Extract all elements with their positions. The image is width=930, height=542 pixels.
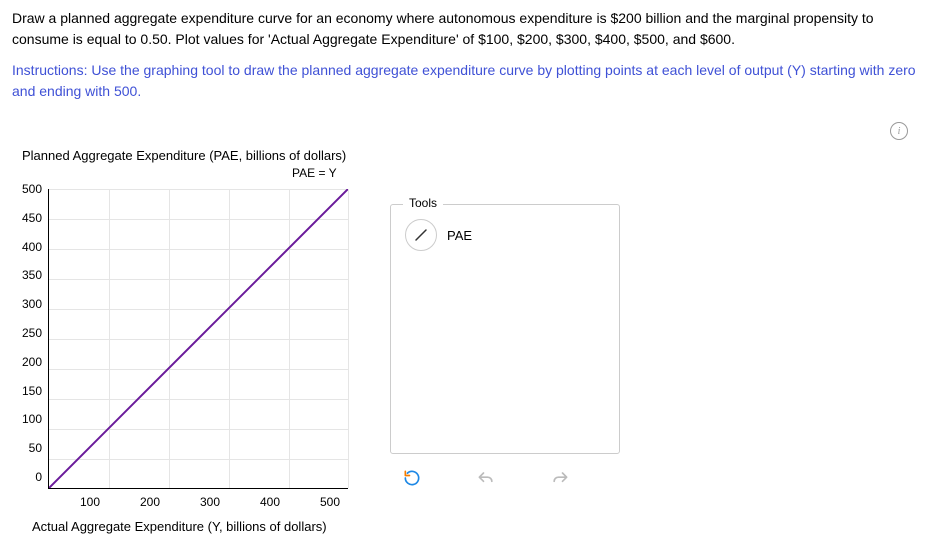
plot-area[interactable] — [48, 189, 348, 489]
redo-icon — [550, 468, 570, 488]
instructions-body: Use the graphing tool to draw the planne… — [12, 62, 916, 99]
y-tick: 100 — [22, 413, 42, 425]
y-tick: 250 — [22, 327, 42, 339]
x-tick: 500 — [300, 495, 360, 509]
y-axis-ticks: 500 450 400 350 300 250 200 150 100 50 0 — [22, 183, 48, 483]
pae-tool-label: PAE — [447, 228, 472, 243]
undo-icon — [476, 468, 496, 488]
x-tick: 400 — [240, 495, 300, 509]
reset-icon — [402, 468, 422, 488]
x-tick: 100 — [60, 495, 120, 509]
line-tool-icon — [413, 227, 429, 243]
x-tick: 200 — [120, 495, 180, 509]
x-axis-ticks: 100 200 300 400 500 — [60, 495, 360, 509]
tools-title: Tools — [403, 196, 443, 210]
y-tick: 0 — [35, 471, 42, 483]
x-tick: 300 — [180, 495, 240, 509]
y-tick: 350 — [22, 269, 42, 281]
redo-button[interactable] — [548, 466, 572, 490]
y-tick: 300 — [22, 298, 42, 310]
y-axis-title: Planned Aggregate Expenditure (PAE, bill… — [22, 148, 360, 163]
pae-line-tool-button[interactable] — [405, 219, 437, 251]
y-tick: 200 — [22, 356, 42, 368]
reset-button[interactable] — [400, 466, 424, 490]
instructions: Instructions: Use the graphing tool to d… — [12, 60, 918, 102]
info-icon[interactable]: i — [890, 122, 908, 140]
y-tick: 50 — [29, 442, 42, 454]
instructions-label: Instructions: — [12, 62, 87, 78]
x-axis-title: Actual Aggregate Expenditure (Y, billion… — [32, 519, 360, 534]
y-tick: 150 — [22, 385, 42, 397]
y-tick: 450 — [22, 212, 42, 224]
undo-button[interactable] — [474, 466, 498, 490]
chart: Planned Aggregate Expenditure (PAE, bill… — [22, 148, 360, 534]
question-text: Draw a planned aggregate expenditure cur… — [12, 8, 918, 50]
reference-line-label: PAE = Y — [292, 166, 337, 180]
tools-panel: Tools PAE — [390, 204, 620, 454]
y-tick: 400 — [22, 241, 42, 253]
y-tick: 500 — [22, 183, 42, 195]
